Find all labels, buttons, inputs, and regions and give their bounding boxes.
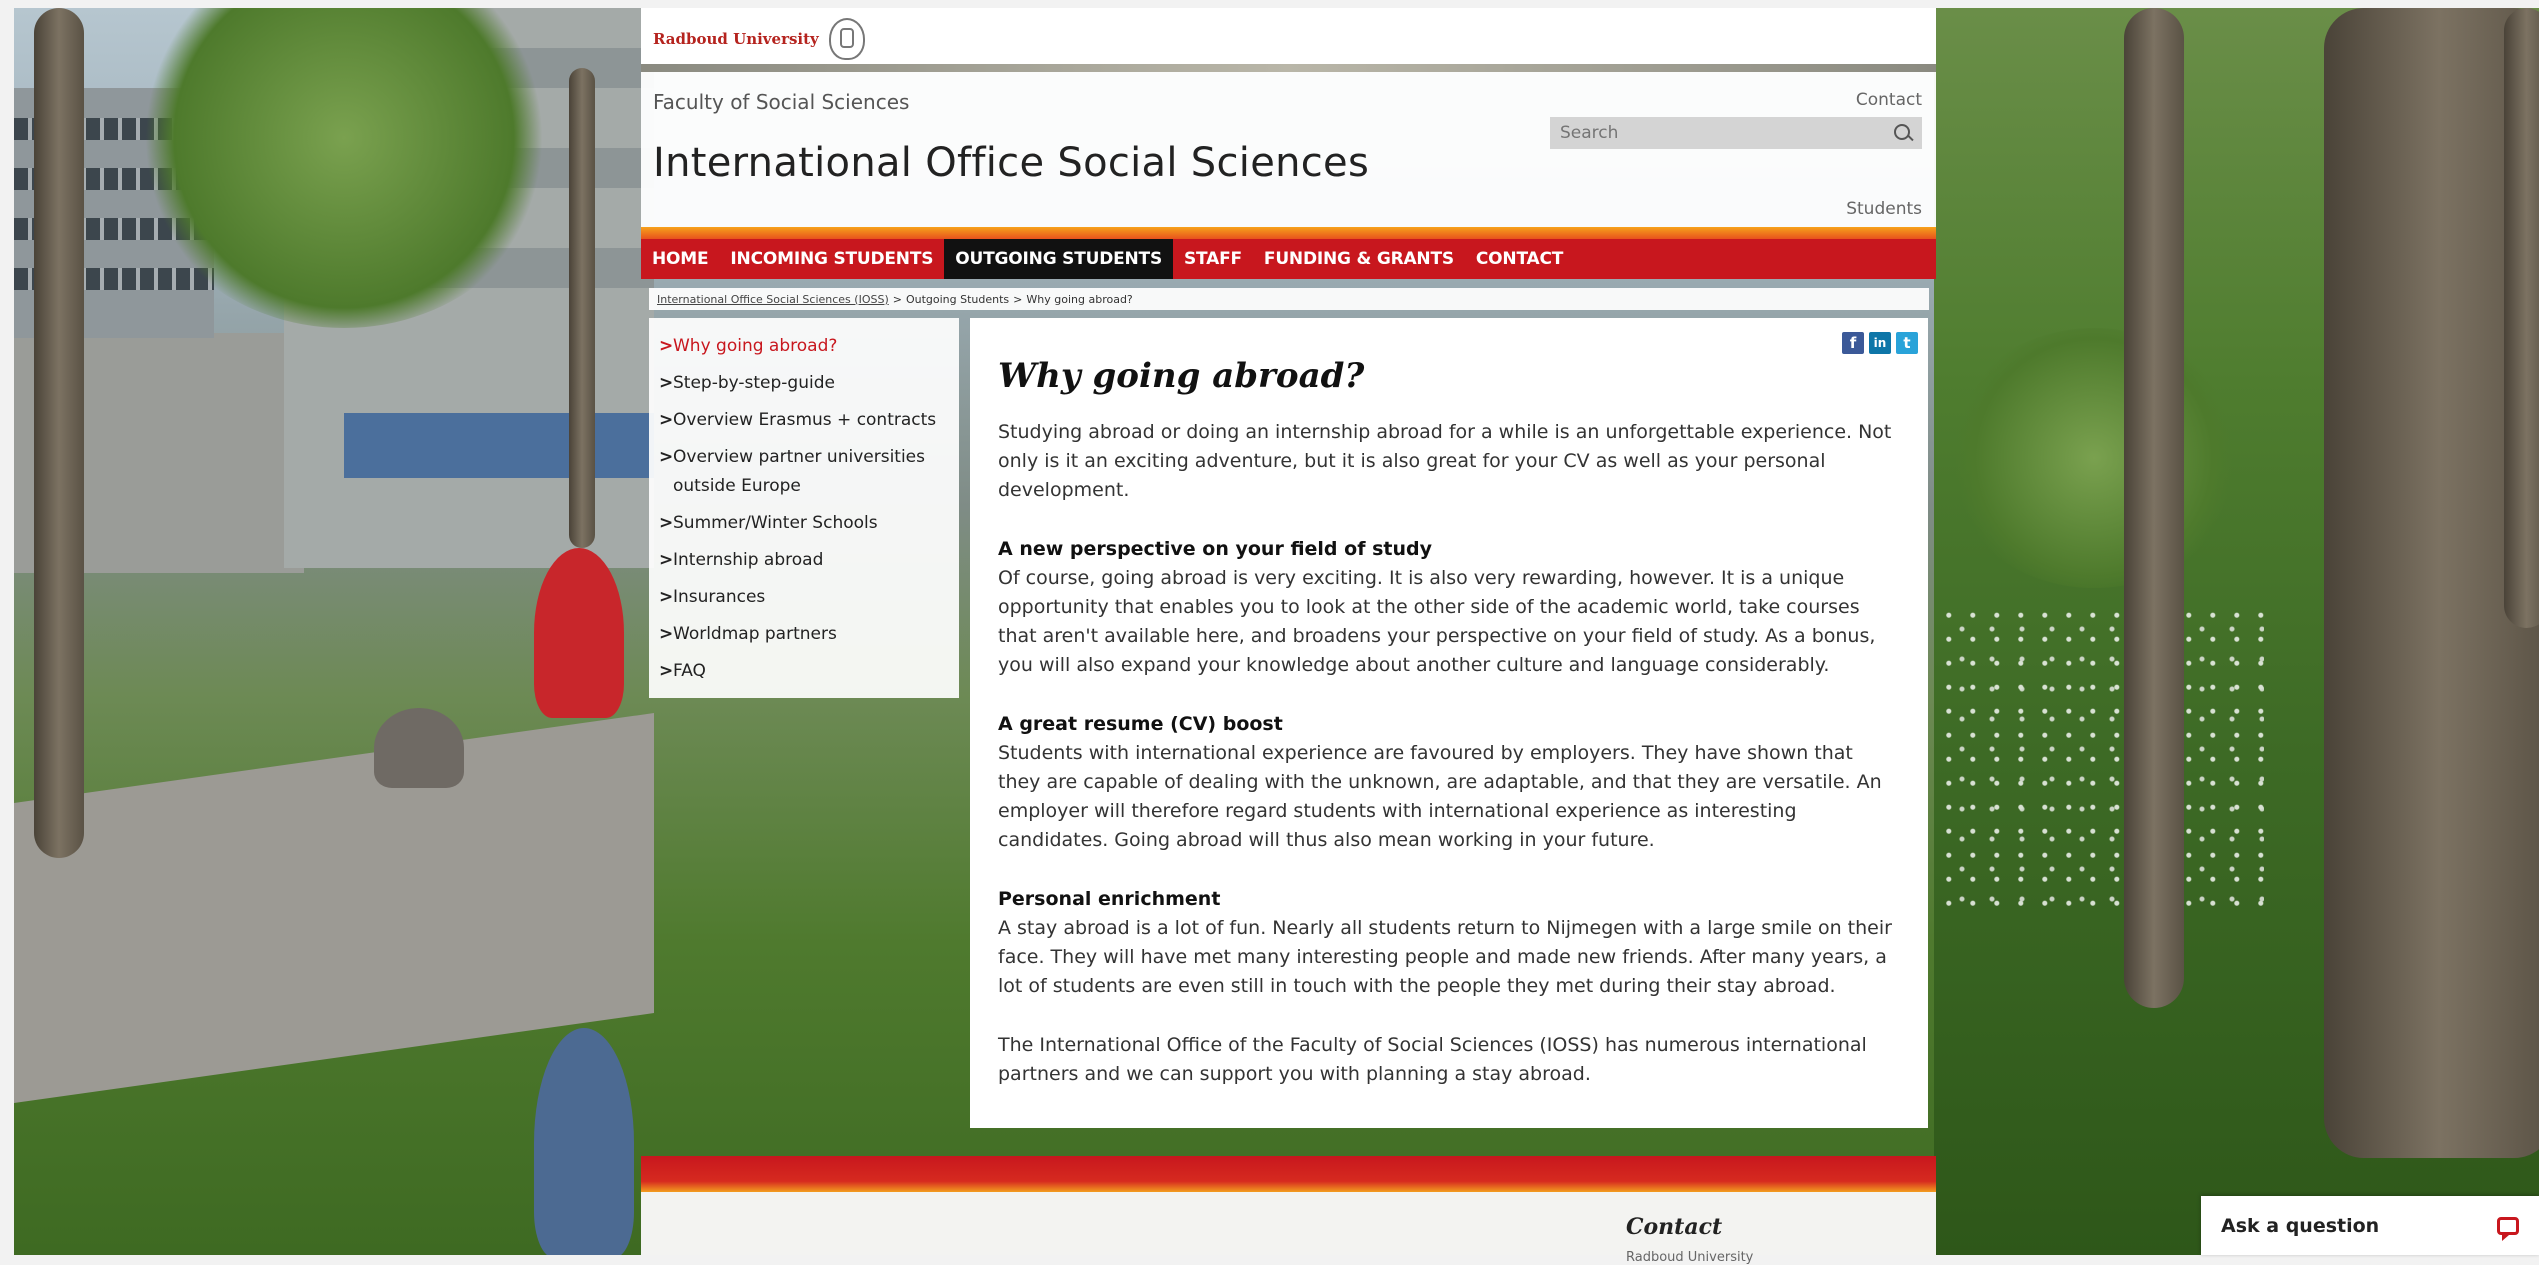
sidebar-item-faq[interactable]: > FAQ	[649, 653, 959, 690]
sidebar-item-step-by-step-guide[interactable]: > Step-by-step-guide	[649, 365, 959, 402]
chat-bubble-icon	[2497, 1216, 2519, 1241]
sidebar-nav: > Why going abroad? > Step-by-step-guide >…	[649, 318, 959, 698]
sidebar-item-internship-abroad[interactable]: > Internship abroad	[649, 542, 959, 579]
faculty-link[interactable]: Faculty of Social Sciences	[653, 90, 909, 114]
twitter-icon[interactable]: t	[1896, 332, 1918, 354]
main-content: f in t Why going abroad? Studying abroad…	[970, 318, 1928, 1128]
sidebar-item-label: Summer/Winter Schools	[673, 513, 878, 533]
chevron-right-icon: >	[659, 624, 674, 644]
nav-outgoing-students[interactable]: OUTGOING STUDENTS	[944, 239, 1173, 279]
logo-text: Radboud University	[653, 30, 819, 48]
sidebar-item-partner-universities[interactable]: > Overview partner universities outside E…	[649, 439, 959, 505]
site-header: Faculty of Social Sciences International…	[641, 72, 1936, 227]
ask-label: Ask a question	[2221, 1214, 2380, 1237]
seal-icon	[828, 18, 865, 60]
breadcrumb-current: Why going abroad?	[1026, 292, 1133, 306]
chevron-right-icon: >	[659, 447, 674, 467]
chevron-right-icon: >	[659, 410, 674, 430]
header-contact-link[interactable]: Contact	[1856, 90, 1922, 110]
breadcrumb: International Office Social Sciences (IO…	[649, 288, 1929, 310]
chevron-right-icon: >	[659, 336, 674, 356]
sidebar-item-summer-winter-schools[interactable]: > Summer/Winter Schools	[649, 505, 959, 542]
orange-divider	[641, 227, 1936, 239]
page-title: Why going abroad?	[998, 356, 1365, 396]
intro-paragraph: Studying abroad or doing an internship a…	[998, 421, 1892, 501]
search-input[interactable]	[1550, 117, 1890, 149]
nav-funding-grants[interactable]: FUNDING & GRANTS	[1253, 239, 1465, 279]
section-heading: A great resume (CV) boost	[998, 713, 1283, 735]
students-link[interactable]: Students	[1846, 199, 1922, 219]
sidebar-item-label: Overview Erasmus + contracts	[673, 410, 937, 430]
nav-home[interactable]: HOME	[641, 239, 719, 279]
nav-incoming-students[interactable]: INCOMING STUDENTS	[719, 239, 944, 279]
section-text: Of course, going abroad is very exciting…	[998, 567, 1876, 676]
chevron-right-icon: >	[659, 513, 674, 533]
section-heading: Personal enrichment	[998, 888, 1221, 910]
breadcrumb-outgoing[interactable]: Outgoing Students	[906, 293, 1009, 306]
search-icon[interactable]	[1894, 124, 1910, 140]
sidebar-item-label: Internship abroad	[673, 550, 824, 570]
chevron-right-icon: >	[659, 550, 674, 570]
sidebar-item-label: Step-by-step-guide	[673, 373, 835, 393]
sidebar-item-label: Insurances	[673, 587, 766, 607]
sidebar-item-why-going-abroad[interactable]: > Why going abroad?	[649, 328, 959, 365]
university-logo[interactable]: Radboud University	[653, 18, 865, 60]
sidebar-item-erasmus-contracts[interactable]: > Overview Erasmus + contracts	[649, 402, 959, 439]
footer-contact-sub: Radboud University	[1626, 1250, 1754, 1265]
sidebar-item-insurances[interactable]: > Insurances	[649, 579, 959, 616]
sidebar-item-label: Overview partner universities outside Eu…	[673, 447, 925, 496]
search-box[interactable]	[1550, 117, 1922, 149]
sidebar-item-label: Worldmap partners	[673, 624, 837, 644]
breadcrumb-separator: >	[892, 292, 902, 306]
footer-band	[641, 1156, 1936, 1192]
share-buttons: f in t	[1842, 332, 1918, 354]
section-heading: A new perspective on your field of study	[998, 538, 1432, 560]
site-container: Radboud University Faculty of Social Sci…	[641, 8, 1936, 1265]
closing-paragraph: The International Office of the Faculty …	[998, 1034, 1867, 1085]
chevron-right-icon: >	[659, 587, 674, 607]
footer-contact-heading: Contact	[1626, 1214, 1723, 1240]
nav-staff[interactable]: STAFF	[1173, 239, 1253, 279]
sidebar-item-worldmap-partners[interactable]: > Worldmap partners	[649, 616, 959, 653]
nav-contact[interactable]: CONTACT	[1465, 239, 1574, 279]
section-text: Students with international experience a…	[998, 742, 1882, 851]
site-title[interactable]: International Office Social Sciences	[653, 140, 1369, 186]
header-photo-strip	[641, 64, 1936, 72]
facebook-icon[interactable]: f	[1842, 332, 1864, 354]
chevron-right-icon: >	[659, 373, 674, 393]
linkedin-icon[interactable]: in	[1869, 332, 1891, 354]
breadcrumb-separator: >	[1013, 292, 1023, 306]
ask-a-question-button[interactable]: Ask a question	[2201, 1196, 2539, 1255]
footer: Contact Radboud University	[641, 1192, 1936, 1265]
section-text: A stay abroad is a lot of fun. Nearly al…	[998, 917, 1892, 997]
sidebar-item-label: FAQ	[673, 661, 706, 681]
top-bar: Radboud University	[641, 8, 1936, 64]
chevron-right-icon: >	[659, 661, 674, 681]
breadcrumb-ioss[interactable]: International Office Social Sciences (IO…	[657, 293, 889, 306]
sidebar-item-label: Why going abroad?	[673, 336, 838, 356]
main-nav: HOME INCOMING STUDENTS OUTGOING STUDENTS…	[641, 239, 1936, 279]
